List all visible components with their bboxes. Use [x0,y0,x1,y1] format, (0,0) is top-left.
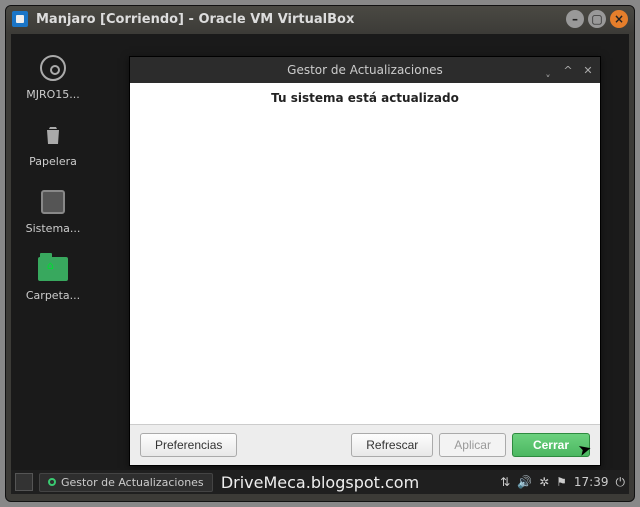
vbox-title: Manjaro [Corriendo] - Oracle VM VirtualB… [36,12,566,27]
desktop-icon-folder[interactable]: ⌂ Carpeta... [23,253,83,302]
desktop-icon-label: Sistema... [26,222,81,235]
close-button-primary[interactable]: Cerrar ➤ [512,433,590,457]
system-tray: ⇅ 🔊 ✲ ⚑ 17:39 ⏻ [500,475,625,490]
preferences-button[interactable]: Preferencias [140,433,237,457]
taskbar-item-updater[interactable]: Gestor de Actualizaciones [39,473,213,492]
update-list-area [130,113,600,424]
volume-icon[interactable]: 🔊 [517,475,532,489]
desktop-icons: MJRO15... Papelera Sistema... ⌂ Carpeta.… [23,52,83,320]
update-manager-window: Gestor de Actualizaciones ˬ ^ ✕ Tu siste… [129,56,601,466]
vbox-window-controls: – ▢ × [566,10,628,28]
taskbar: Gestor de Actualizaciones DriveMeca.blog… [11,470,629,494]
desktop-icon-disc[interactable]: MJRO15... [23,52,83,101]
disc-icon [40,55,66,81]
window-close-icon[interactable]: ✕ [582,64,594,76]
power-icon[interactable]: ⏻ [616,475,626,490]
system-icon [41,190,65,214]
close-button[interactable]: × [610,10,628,28]
update-titlebar[interactable]: Gestor de Actualizaciones ˬ ^ ✕ [130,57,600,83]
minimize-button[interactable]: – [566,10,584,28]
window-maximize-icon[interactable]: ^ [562,64,574,76]
virtualbox-window: Manjaro [Corriendo] - Oracle VM VirtualB… [5,5,635,502]
cursor-icon: ➤ [577,440,593,459]
refresh-button[interactable]: Refrescar [351,433,433,457]
taskbar-item-label: Gestor de Actualizaciones [61,476,204,489]
virtualbox-icon [12,11,28,27]
vbox-titlebar[interactable]: Manjaro [Corriendo] - Oracle VM VirtualB… [6,6,634,32]
watermark-text: DriveMeca.blogspot.com [221,473,419,492]
apply-button: Aplicar [439,433,506,457]
clock[interactable]: 17:39 [574,475,609,489]
update-title: Gestor de Actualizaciones [287,63,443,77]
settings-tray-icon[interactable]: ✲ [539,475,549,489]
notification-icon[interactable]: ⚑ [556,475,567,489]
desktop-icon-trash[interactable]: Papelera [23,119,83,168]
network-icon[interactable]: ⇅ [500,475,510,489]
close-button-label: Cerrar [533,438,569,452]
update-status-message: Tu sistema está actualizado [130,83,600,113]
maximize-button[interactable]: ▢ [588,10,606,28]
trash-icon [37,119,69,151]
desktop-icon-label: Carpeta... [26,289,80,302]
updater-task-icon [48,478,56,486]
desktop-icon-label: Papelera [29,155,77,168]
update-footer: Preferencias Refrescar Aplicar Cerrar ➤ [130,424,600,465]
folder-icon: ⌂ [38,257,68,281]
window-minimize-icon[interactable]: ˬ [542,64,554,76]
start-menu-button[interactable] [15,473,33,491]
desktop-icon-system[interactable]: Sistema... [23,186,83,235]
desktop-icon-label: MJRO15... [26,88,80,101]
guest-desktop: MJRO15... Papelera Sistema... ⌂ Carpeta.… [11,34,629,494]
